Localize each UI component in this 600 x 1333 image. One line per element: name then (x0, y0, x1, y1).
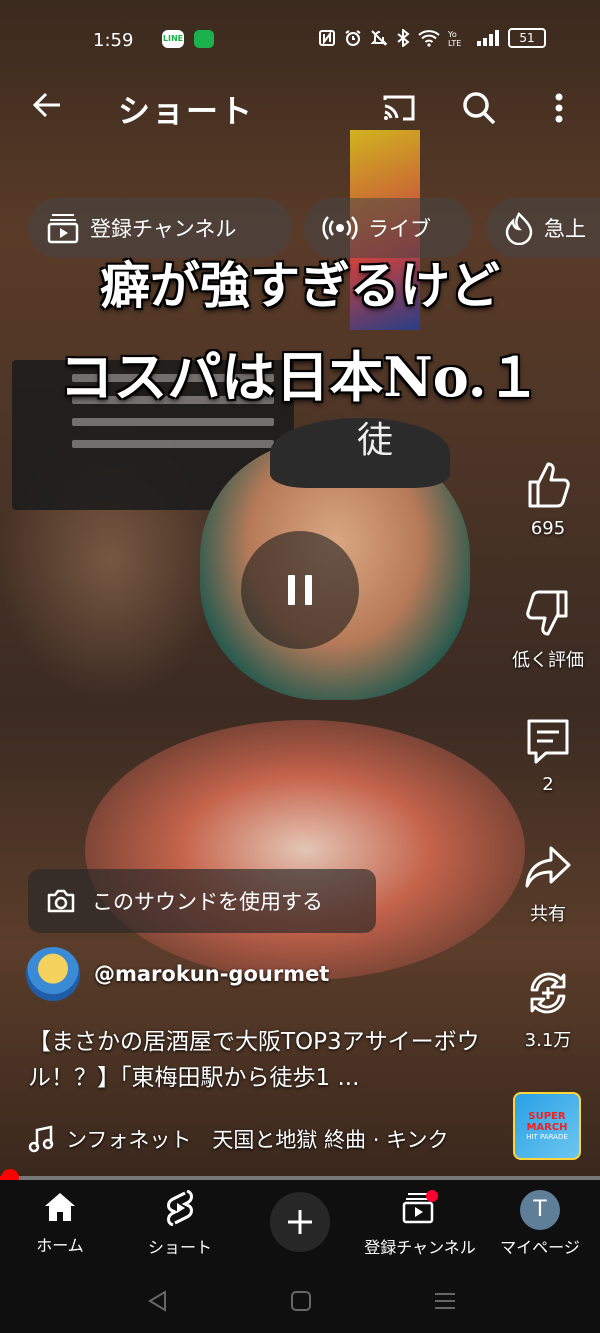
nfc-icon (319, 30, 335, 46)
chip-trending-label: 急上 (544, 217, 586, 241)
user-avatar: T (520, 1190, 560, 1230)
album-art[interactable]: SUPER MARCH HIT PARADE (513, 1092, 581, 1160)
camera-icon (47, 889, 75, 913)
share-icon (525, 846, 571, 888)
nav-home[interactable]: ホーム (0, 1190, 120, 1256)
sashimi-platter (85, 720, 525, 980)
svg-text:LTE: LTE (448, 39, 461, 47)
chip-subscriptions-label: 登録チャンネル (90, 217, 237, 241)
system-status-icons: Yo LTE 51 (318, 28, 546, 48)
video-description[interactable]: 【まさかの居酒屋で大阪TOP3アサイーボウル！？】「東梅田駅から徒歩1 ... (28, 1024, 498, 1096)
album-line-1: SUPER (528, 1111, 566, 1122)
dislike-label: 低く評価 (512, 650, 584, 671)
comments-button[interactable]: 2 (508, 716, 588, 795)
status-bar: 1:59 LINE Yo LTE 51 (0, 22, 600, 60)
shorts-icon (167, 1189, 193, 1227)
system-home-icon[interactable] (286, 1286, 316, 1316)
music-track: ンフォネット 天国と地獄 終曲 · キンク (66, 1128, 449, 1152)
plus-icon (288, 1210, 312, 1234)
nav-mypage[interactable]: T マイページ (480, 1190, 600, 1258)
video-caption-line-2: コスパは日本No.１ (59, 345, 541, 409)
battery-indicator: 51 (508, 28, 546, 48)
channel-avatar[interactable] (26, 947, 80, 1001)
live-icon (322, 216, 358, 240)
home-icon (45, 1193, 75, 1221)
create-button[interactable] (270, 1192, 330, 1252)
remix-icon (530, 972, 566, 1014)
more-options-icon[interactable] (546, 90, 572, 126)
svg-text:Yo: Yo (448, 30, 457, 39)
subscriptions-icon (47, 214, 79, 244)
volte-icon: YoLTE (448, 30, 461, 47)
nav-shorts[interactable]: ショート (120, 1189, 240, 1258)
system-nav-bar (0, 1268, 600, 1333)
trending-icon (505, 211, 533, 245)
nav-mypage-label: マイページ (500, 1238, 580, 1257)
share-button[interactable]: 共有 (508, 842, 588, 926)
like-count: 695 (530, 518, 566, 539)
nav-shorts-label: ショート (147, 1238, 212, 1257)
page-title: ショート (118, 92, 255, 130)
remix-button[interactable]: 3.1万 (508, 968, 588, 1052)
subscriptions-nav-icon (402, 1190, 438, 1224)
back-arrow-icon[interactable] (30, 88, 64, 122)
pause-button[interactable] (241, 531, 359, 649)
album-line-3: HIT PARADE (526, 1133, 568, 1141)
dislike-button[interactable]: 低く評価 (508, 588, 588, 672)
wifi-icon (418, 30, 440, 47)
nav-subscriptions-label: 登録チャンネル (364, 1238, 476, 1257)
use-sound-label: このサウンドを使用する (92, 890, 323, 914)
video-caption-line-1: 癖が強すぎるけど (100, 256, 500, 315)
thumbs-up-icon (528, 462, 570, 508)
thumbs-down-icon (526, 590, 568, 636)
system-menu-icon[interactable] (430, 1286, 460, 1316)
nav-home-label: ホーム (36, 1236, 84, 1255)
pause-bar-left (288, 575, 295, 605)
status-time: 1:59 (93, 30, 134, 51)
remix-count: 3.1万 (524, 1030, 572, 1051)
use-sound-button[interactable]: このサウンドを使用する (28, 869, 376, 933)
comment-icon (527, 719, 569, 764)
pause-bar-right (305, 575, 312, 605)
channel-handle[interactable]: @marokun-gourmet (94, 962, 329, 986)
top-bar: ショート (0, 80, 600, 136)
share-label: 共有 (530, 904, 566, 925)
like-button[interactable]: 695 (508, 460, 588, 539)
music-row[interactable]: ンフォネット 天国と地獄 終曲 · キンク (28, 1124, 498, 1154)
cast-icon[interactable] (381, 90, 417, 126)
mute-icon (370, 30, 388, 46)
music-note-icon (28, 1125, 54, 1153)
line-app-icon: LINE (162, 30, 184, 48)
chip-live-label: ライブ (368, 217, 431, 241)
bluetooth-icon (397, 29, 410, 47)
bottom-nav: ホーム ショート 登録チャンネル T マイページ (0, 1180, 600, 1268)
notification-icons: LINE (162, 30, 214, 48)
notification-dot (426, 1190, 438, 1202)
signal-icon (477, 30, 499, 46)
shorts-screen: 徒 1:59 LINE Yo LTE 51 ショート 登録チャンネル ライブ 急… (0, 0, 600, 1333)
app-notification-icon (194, 30, 214, 48)
system-back-icon[interactable] (143, 1286, 173, 1316)
search-icon[interactable] (461, 90, 497, 126)
album-line-2: MARCH (526, 1122, 568, 1133)
comment-count: 2 (542, 774, 554, 795)
alarm-icon (345, 30, 361, 46)
cap-logo: 徒 (356, 420, 393, 461)
nav-subscriptions[interactable]: 登録チャンネル (360, 1190, 480, 1258)
